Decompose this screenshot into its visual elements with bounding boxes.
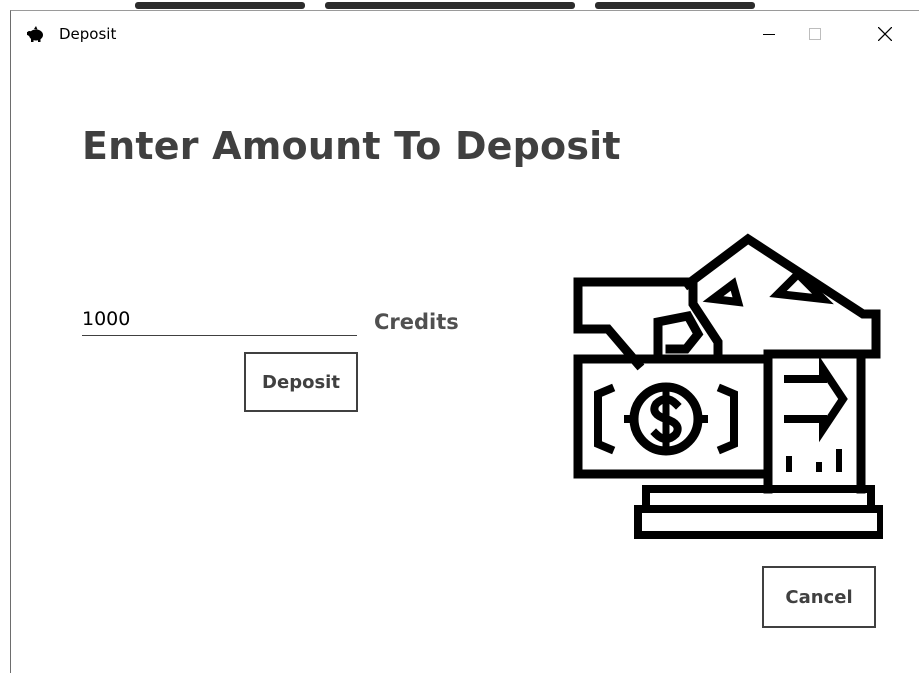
window-title: Deposit xyxy=(59,25,117,43)
piggy-bank-icon xyxy=(27,26,43,42)
maximize-button[interactable] xyxy=(787,11,843,57)
cancel-button[interactable]: Cancel xyxy=(762,566,876,628)
maximize-icon xyxy=(809,28,821,40)
deposit-button[interactable]: Deposit xyxy=(244,352,358,412)
title-bar[interactable]: Deposit xyxy=(11,11,919,57)
page-title: Enter Amount To Deposit xyxy=(82,124,621,168)
close-button[interactable] xyxy=(857,11,913,57)
amount-input[interactable] xyxy=(82,306,357,336)
background-text-fragment xyxy=(135,2,305,9)
bank-money-deposit-icon xyxy=(573,233,883,539)
background-text-fragment xyxy=(325,2,575,9)
background-window-edge xyxy=(0,0,919,10)
deposit-window: Deposit Enter Amount To Deposit Credits … xyxy=(10,10,919,673)
close-icon xyxy=(878,27,892,41)
background-text-fragment xyxy=(595,2,755,9)
unit-label: Credits xyxy=(374,310,459,334)
minimize-icon xyxy=(763,34,775,35)
